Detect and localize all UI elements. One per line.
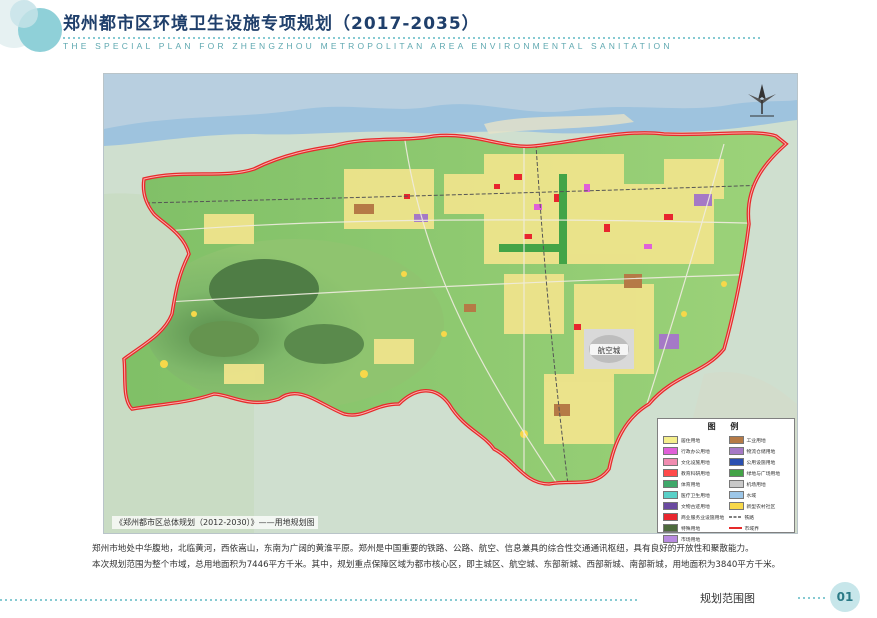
legend-item: 居住用地 <box>663 435 726 445</box>
legend-swatch <box>728 458 744 466</box>
header-dotted-line <box>63 37 763 39</box>
legend-label: 商业服务业设施用地 <box>681 515 725 521</box>
legend-swatch <box>728 447 744 455</box>
description-paragraph-2: 本次规划范围为整个市域，总用地面积为7446平方千米。其中，规划重点保障区域为都… <box>92 559 781 570</box>
legend-swatch <box>663 458 678 466</box>
page-label: 规划范围图 <box>700 592 755 605</box>
legend-label: 新型农村社区 <box>746 504 776 510</box>
legend-swatch <box>663 524 678 532</box>
legend-label: 文物古迹用地 <box>681 504 710 510</box>
page-number-badge: 01 <box>830 582 860 612</box>
legend-item: 体育用地 <box>663 479 726 489</box>
description-paragraph-1: 郑州市地处中华腹地，北临黄河，西依嵩山，东南为广阔的黄淮平原。郑州是中国重要的铁… <box>92 544 754 554</box>
legend-item: 文化设施用地 <box>663 457 726 467</box>
airport-city-label: 航空城 <box>590 344 628 355</box>
legend-swatch <box>728 516 742 518</box>
header-circles-decoration <box>0 0 62 52</box>
legend-label: 机场用地 <box>746 482 766 488</box>
legend-label: 文化设施用地 <box>681 460 710 466</box>
airport-city-text: 航空城 <box>598 345 621 355</box>
legend-swatch <box>728 527 742 529</box>
legend-label: 物流仓储用地 <box>746 449 776 455</box>
legend-item: 特殊用地 <box>663 523 726 533</box>
legend-swatch <box>663 469 678 477</box>
north-arrow-icon <box>748 84 776 117</box>
legend-swatch <box>728 502 744 510</box>
legend-item: 铁路 <box>728 512 792 522</box>
page-number-dots <box>798 597 828 599</box>
legend-title: 图 例 <box>707 422 745 431</box>
legend-label: 公用设施用地 <box>746 460 776 466</box>
legend-swatch <box>728 491 744 499</box>
legend-label: 体育用地 <box>681 482 701 488</box>
legend-item: 绿地与广场用地 <box>728 468 792 478</box>
legend-label: 行政办公用地 <box>681 449 710 455</box>
legend-label: 工业用地 <box>746 438 766 444</box>
legend-label: 教育科研用地 <box>681 471 710 477</box>
legend-swatch <box>663 480 678 488</box>
map-source-caption: 《郑州都市区总体规划（2012-2030）》——用地规划图 <box>112 516 318 529</box>
legend-swatch <box>663 513 678 521</box>
map-legend: 图 例 居住用地 工业用地行政办公用地 物流仓储用地文化设施用地 公用设施用地教育科研… <box>657 418 795 543</box>
legend-label: 市域界 <box>744 526 759 532</box>
footer-dotted-line <box>0 599 640 601</box>
page-title: 郑州都市区环境卫生设施专项规划（2017-2035） <box>63 14 480 34</box>
legend-item: 文物古迹用地 <box>663 501 726 511</box>
legend-label: 特殊用地 <box>681 526 701 532</box>
legend-item: 新型农村社区 <box>728 501 792 511</box>
legend-swatch <box>663 491 678 499</box>
legend-item: 公用设施用地 <box>728 457 792 467</box>
legend-swatch <box>663 447 678 455</box>
legend-grid: 居住用地 工业用地行政办公用地 物流仓储用地文化设施用地 公用设施用地教育科研用地 绿地… <box>663 435 791 544</box>
legend-swatch <box>663 436 678 444</box>
legend-item: 工业用地 <box>728 435 792 445</box>
legend-item: 医疗卫生用地 <box>663 490 726 500</box>
legend-swatch <box>663 502 678 510</box>
legend-swatch <box>728 436 744 444</box>
legend-item: 市域界 <box>728 523 792 533</box>
legend-item: 商业服务业设施用地 <box>663 512 726 522</box>
legend-swatch <box>728 469 744 477</box>
legend-item: 机场用地 <box>728 479 792 489</box>
legend-label: 居住用地 <box>681 438 701 444</box>
legend-item: 教育科研用地 <box>663 468 726 478</box>
description-text: 郑州市地处中华腹地，北临黄河，西依嵩山，东南为广阔的黄淮平原。郑州是中国重要的铁… <box>92 542 837 574</box>
legend-item: 行政办公用地 <box>663 446 726 456</box>
legend-label: 水域 <box>746 493 757 499</box>
legend-item: 物流仓储用地 <box>728 446 792 456</box>
legend-label: 绿地与广场用地 <box>746 471 781 477</box>
legend-swatch <box>728 480 744 488</box>
legend-item: 水域 <box>728 490 792 500</box>
page-subtitle: THE SPECIAL PLAN FOR ZHENGZHOU METROPOLI… <box>63 41 673 51</box>
legend-label: 医疗卫生用地 <box>681 493 710 499</box>
legend-label: 铁路 <box>744 515 755 521</box>
